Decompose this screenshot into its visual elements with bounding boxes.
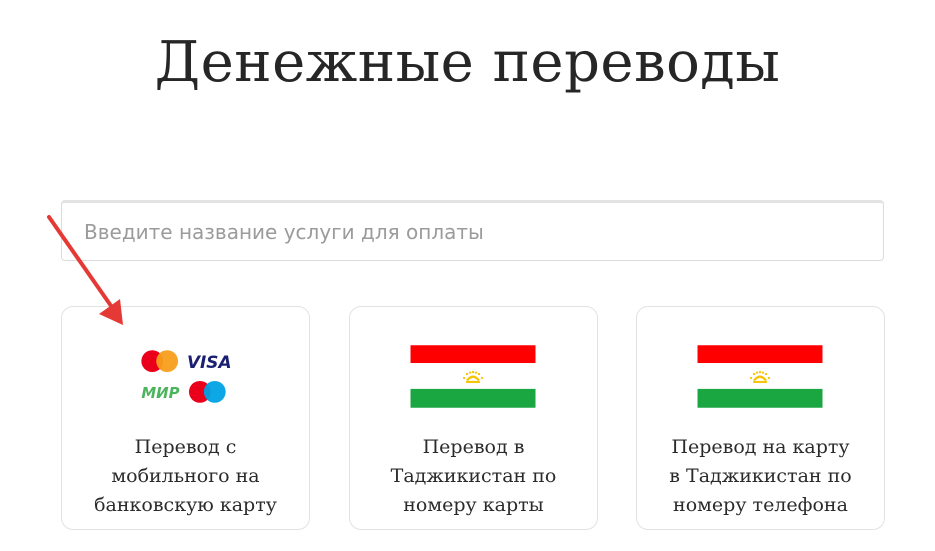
card-label: Перевод в Таджикистан по номеру карты [370, 433, 577, 520]
maestro-logo [188, 380, 226, 403]
card-label: Перевод на карту в Таджикистан по номеру… [657, 433, 864, 520]
payment-systems-logo: VISA МИР [141, 350, 232, 403]
card-label-line: мобильного на [111, 465, 260, 487]
card-label-line: номеру карты [403, 494, 544, 516]
card-label-line: Перевод на карту [671, 436, 850, 458]
card-label-line: банковскую карту [94, 494, 277, 516]
tajikistan-flag-icon [697, 345, 823, 408]
card-label-line: Перевод с [134, 436, 237, 458]
mastercard-logo [141, 350, 179, 373]
page-title: Денежные переводы [154, 30, 781, 95]
card-label-line: номеру телефона [673, 494, 848, 516]
tajikistan-flag-icon [410, 345, 536, 408]
card-label-line: Перевод в [422, 436, 525, 458]
card-label-line: Таджикистан по [390, 465, 557, 487]
visa-logo: VISA [187, 352, 232, 372]
card-label-line: в Таджикистан по [669, 465, 852, 487]
search-input[interactable] [62, 203, 883, 260]
mir-logo: МИР [141, 384, 179, 402]
card-label: Перевод с мобильного на банковскую карту [82, 433, 289, 520]
search-box[interactable] [61, 200, 884, 261]
page: Денежные переводы VISA МИР Перевод с моб… [0, 0, 935, 551]
card-tajikistan-by-phone-number[interactable]: Перевод на карту в Таджикистан по номеру… [636, 306, 885, 530]
card-mobile-to-bank-card[interactable]: VISA МИР Перевод с мобильного на банковс… [61, 306, 310, 530]
card-tajikistan-by-card-number[interactable]: Перевод в Таджикистан по номеру карты [349, 306, 598, 530]
